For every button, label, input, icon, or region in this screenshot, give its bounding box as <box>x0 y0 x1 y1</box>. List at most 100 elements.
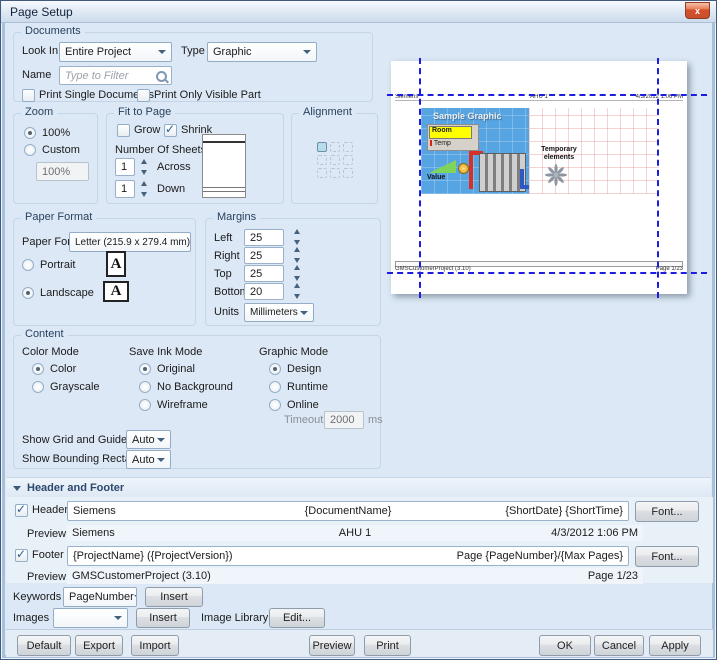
header-center-value: {DocumentName} <box>256 505 439 517</box>
header-input[interactable]: Siemens {DocumentName} {ShortDate} {Shor… <box>67 501 629 521</box>
import-button[interactable]: Import <box>131 635 179 656</box>
sheets-across-stepper[interactable] <box>137 159 151 175</box>
footer-checkbox[interactable] <box>15 549 28 562</box>
show-grid-select[interactable]: Auto <box>126 430 171 449</box>
type-select[interactable]: Graphic <box>207 42 317 62</box>
image-library-edit-button[interactable]: Edit... <box>269 608 325 628</box>
alignment-legend: Alignment <box>299 106 356 118</box>
print-single-documents-checkbox[interactable] <box>22 89 35 102</box>
value-triangle-icon <box>429 160 456 173</box>
spin-up-icon[interactable] <box>294 283 300 288</box>
footer-input[interactable]: {ProjectName} ({ProjectVersion}) Page {P… <box>67 546 629 566</box>
sheets-down-input[interactable]: 1 <box>115 180 135 198</box>
images-select[interactable] <box>53 608 128 628</box>
print-button[interactable]: Print <box>364 635 411 656</box>
alignment-cell[interactable] <box>317 155 327 165</box>
zoom-custom-input[interactable]: 100% <box>36 162 89 181</box>
paper-format-legend: Paper Format <box>21 211 96 223</box>
grow-checkbox[interactable] <box>117 124 130 137</box>
portrait-radio[interactable] <box>22 259 34 271</box>
paper-form-select[interactable]: Letter (215.9 x 279.4 mm) <box>69 232 191 252</box>
footer-font-label: Font... <box>651 551 682 563</box>
landscape-radio[interactable] <box>22 287 34 299</box>
alignment-cell[interactable] <box>330 168 340 178</box>
show-bounding-select[interactable]: Auto <box>126 450 171 469</box>
keywords-insert-button[interactable]: Insert <box>145 587 203 607</box>
margin-top-stepper[interactable] <box>290 265 304 281</box>
fit-to-page-legend: Fit to Page <box>114 106 175 118</box>
runtime-radio[interactable] <box>269 381 281 393</box>
footer-font-button[interactable]: Font... <box>635 546 699 567</box>
chevron-down-icon <box>303 50 311 54</box>
spin-up-icon[interactable] <box>294 229 300 234</box>
alignment-cell[interactable] <box>317 168 327 178</box>
sheets-down-stepper[interactable] <box>137 181 151 197</box>
alignment-cell[interactable] <box>317 142 327 152</box>
title-bar[interactable]: Page Setup <box>1 1 716 23</box>
sheets-down-value: 1 <box>121 183 127 195</box>
no-background-radio[interactable] <box>139 381 151 393</box>
spin-up-icon[interactable] <box>294 247 300 252</box>
spin-up-icon[interactable] <box>141 181 147 186</box>
default-button[interactable]: Default <box>17 635 71 656</box>
keywords-select[interactable]: PageNumber <box>63 587 137 607</box>
design-radio[interactable] <box>269 363 281 375</box>
spin-up-icon[interactable] <box>294 265 300 270</box>
cancel-button[interactable]: Cancel <box>594 635 644 656</box>
search-icon[interactable] <box>156 71 167 82</box>
spin-down-icon[interactable] <box>294 240 300 245</box>
name-label: Name <box>22 69 51 81</box>
alignment-cell[interactable] <box>343 155 353 165</box>
spin-down-icon[interactable] <box>294 276 300 281</box>
spin-down-icon[interactable] <box>294 258 300 263</box>
header-preview-label: Preview <box>27 528 66 540</box>
grayscale-radio[interactable] <box>32 381 44 393</box>
spin-down-icon[interactable] <box>141 170 147 175</box>
images-insert-label: Insert <box>149 612 177 624</box>
margin-top-input[interactable]: 25 <box>244 265 284 282</box>
footer-label: Footer <box>32 549 64 561</box>
look-in-select[interactable]: Entire Project <box>59 42 172 62</box>
export-button[interactable]: Export <box>75 635 123 656</box>
footer-preview-label: Preview <box>27 571 66 583</box>
color-radio[interactable] <box>32 363 44 375</box>
margin-bottom-value: 20 <box>250 286 262 298</box>
spin-down-icon[interactable] <box>294 294 300 299</box>
margin-left-input[interactable]: 25 <box>244 229 284 246</box>
margin-left-stepper[interactable] <box>290 229 304 245</box>
sheets-across-value: 1 <box>121 161 127 173</box>
alignment-cell[interactable] <box>343 142 353 152</box>
units-select[interactable]: Millimeters <box>244 303 314 322</box>
shrink-checkbox[interactable] <box>164 124 177 137</box>
name-filter-input[interactable]: Type to Filter <box>59 66 172 85</box>
original-radio[interactable] <box>139 363 151 375</box>
spin-up-icon[interactable] <box>141 159 147 164</box>
alignment-cell[interactable] <box>330 142 340 152</box>
apply-button[interactable]: Apply <box>649 635 701 656</box>
alignment-cell[interactable] <box>330 155 340 165</box>
header-checkbox[interactable] <box>15 504 28 517</box>
zoom-100-radio[interactable] <box>24 127 36 139</box>
timeout-input[interactable]: 2000 <box>324 411 364 429</box>
print-only-visible-checkbox[interactable] <box>137 89 150 102</box>
close-icon[interactable]: x <box>685 2 710 19</box>
margin-right-input[interactable]: 25 <box>244 247 284 264</box>
margin-bottom-input[interactable]: 20 <box>244 283 284 300</box>
preview-button[interactable]: Preview <box>309 635 355 656</box>
header-font-button[interactable]: Font... <box>635 501 699 522</box>
header-footer-expander[interactable]: Header and Footer <box>6 477 711 498</box>
spin-down-icon[interactable] <box>141 192 147 197</box>
temp-label: Temp <box>434 140 451 147</box>
header-font-label: Font... <box>651 506 682 518</box>
documents-group: Documents Look In Entire Project Type Gr… <box>13 32 373 102</box>
zoom-custom-radio[interactable] <box>24 144 36 156</box>
images-insert-button[interactable]: Insert <box>136 608 190 628</box>
alignment-cell[interactable] <box>343 168 353 178</box>
margin-bottom-stepper[interactable] <box>290 283 304 299</box>
online-radio[interactable] <box>269 399 281 411</box>
original-label: Original <box>157 363 195 375</box>
sheets-across-input[interactable]: 1 <box>115 158 135 176</box>
ok-button[interactable]: OK <box>539 635 591 656</box>
wireframe-radio[interactable] <box>139 399 151 411</box>
margin-right-stepper[interactable] <box>290 247 304 263</box>
